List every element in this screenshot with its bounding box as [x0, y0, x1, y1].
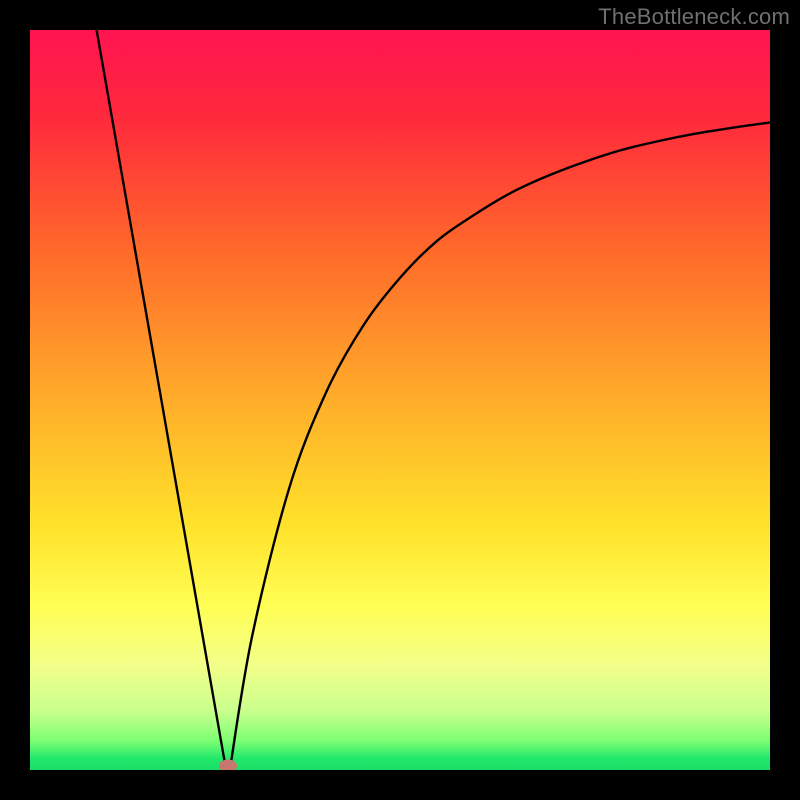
watermark-label: TheBottleneck.com: [598, 4, 790, 30]
plot-area: [30, 30, 770, 770]
bottleneck-curve: [30, 30, 770, 770]
chart-frame: TheBottleneck.com: [0, 0, 800, 800]
minimum-marker: [219, 759, 237, 770]
